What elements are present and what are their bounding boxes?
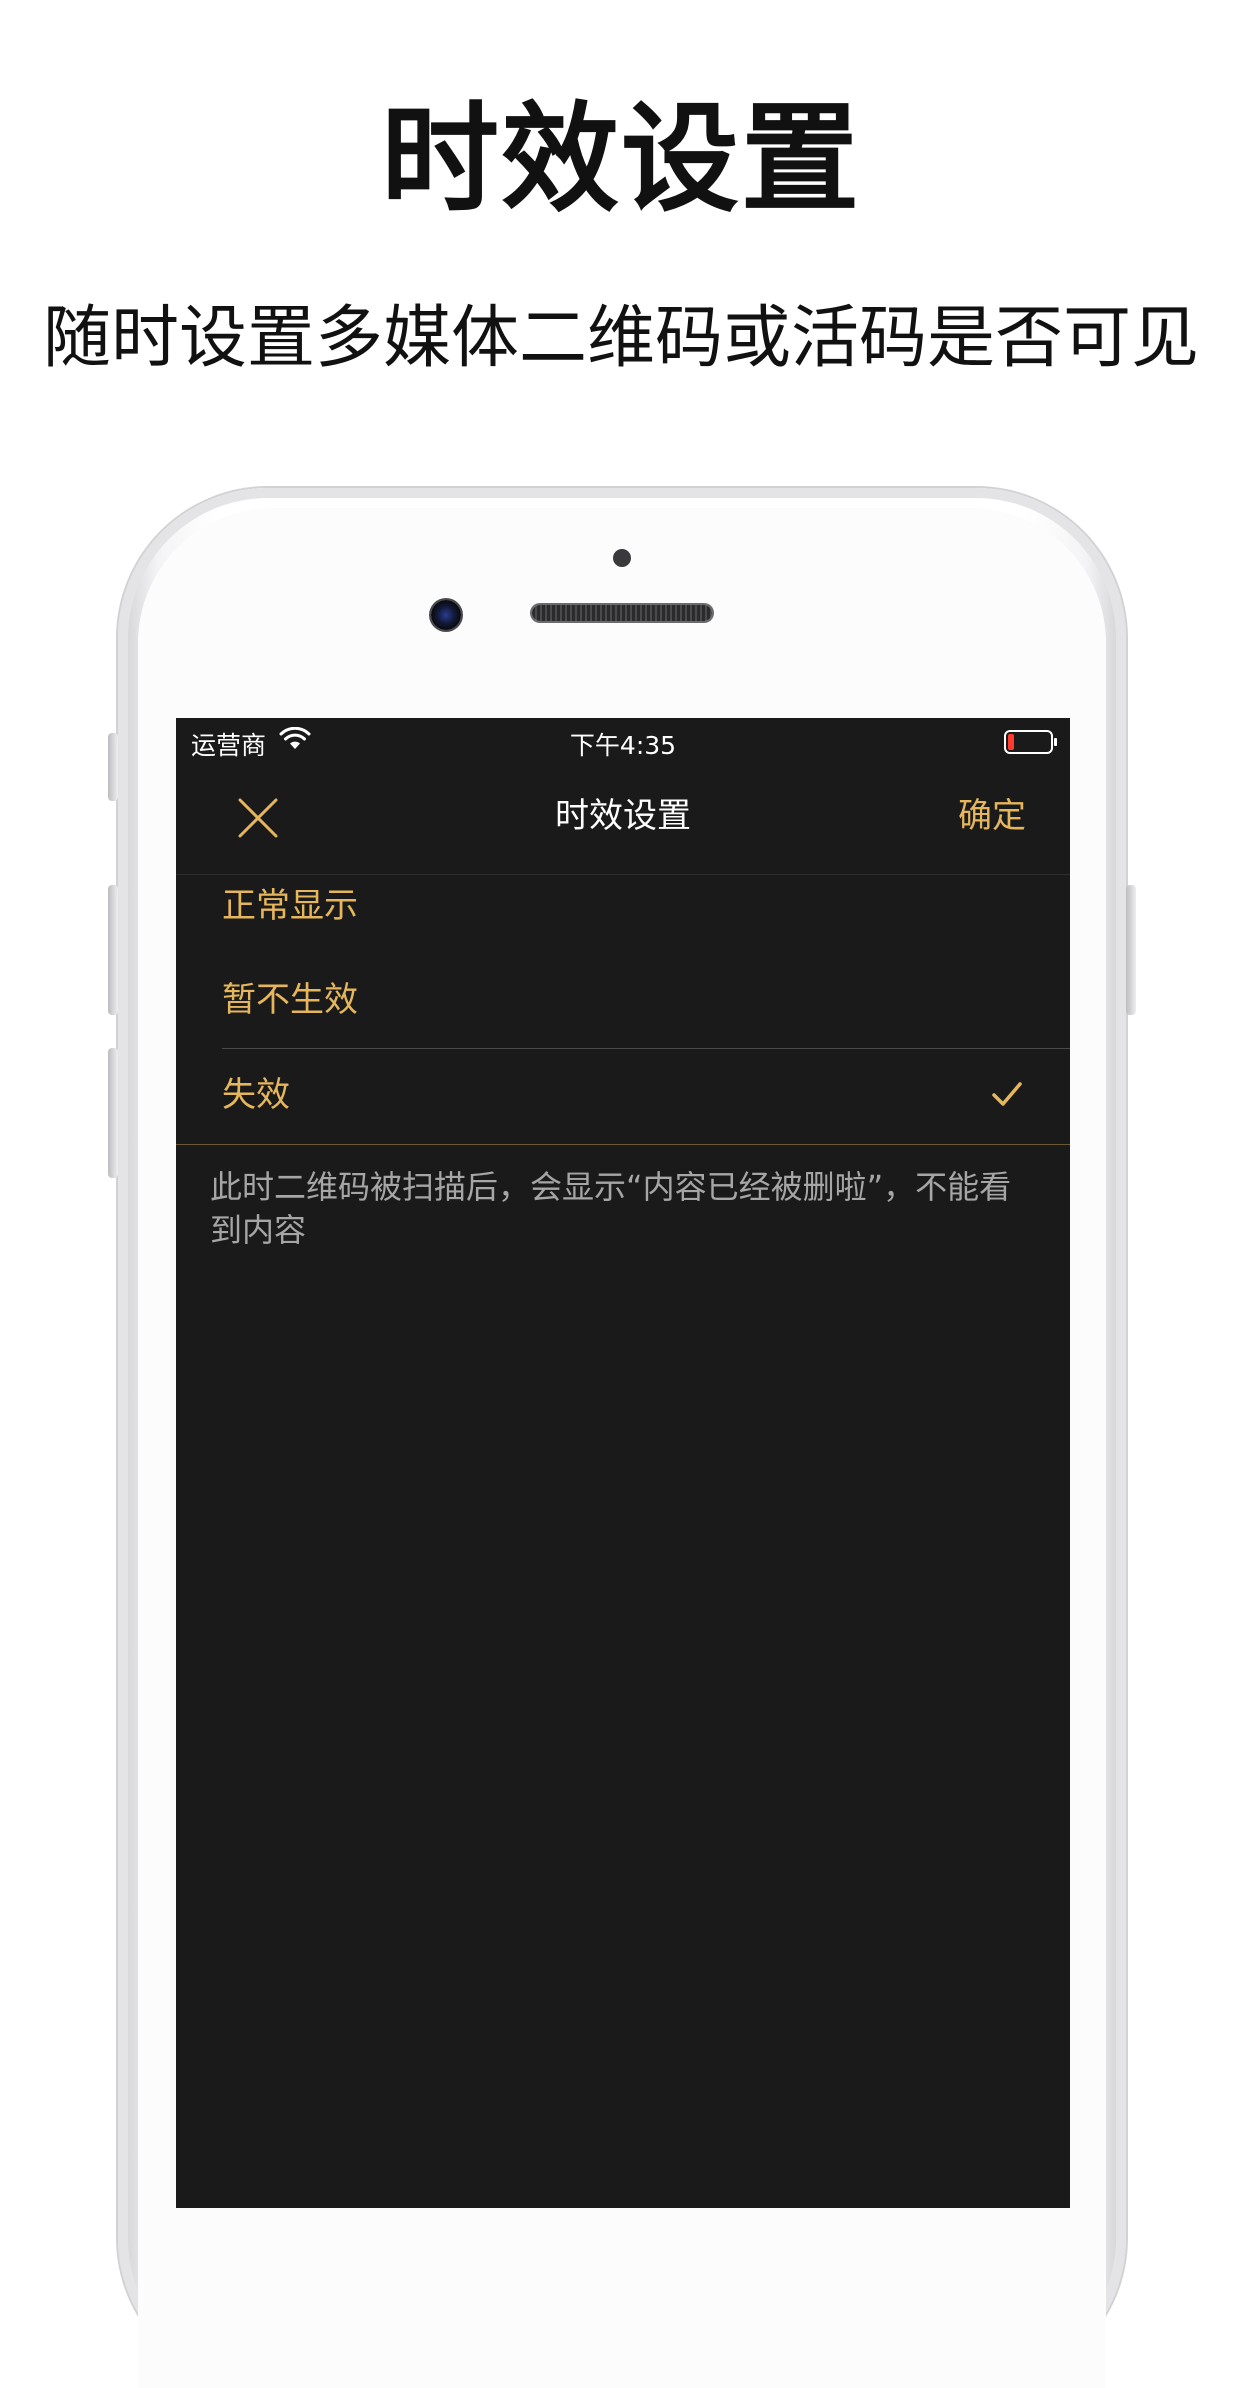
app-screen: 运营商 下午4:35 时效设置 确定 正常显示 暂不生效 失效 此时二维码被扫描…	[176, 718, 1070, 2208]
option-not-yet-effective[interactable]: 暂不生效	[176, 954, 1070, 1048]
option-normal-display[interactable]: 正常显示	[176, 860, 1070, 954]
option-label: 暂不生效	[222, 980, 358, 1020]
status-bar: 运营商 下午4:35	[176, 718, 1070, 764]
status-time: 下午4:35	[569, 731, 677, 760]
checkmark-icon	[992, 1082, 1022, 1106]
option-label: 正常显示	[222, 886, 358, 926]
option-expired[interactable]: 失效	[176, 1049, 1070, 1143]
earpiece-speaker	[532, 605, 712, 621]
battery-icon	[1004, 730, 1057, 754]
mute-switch	[108, 733, 118, 801]
promo-subtitle: 随时设置多媒体二维码或活码是否可见	[42, 299, 1199, 378]
volume-up-button	[108, 885, 118, 1015]
option-label: 失效	[222, 1075, 290, 1115]
power-button	[1126, 885, 1136, 1015]
navigation-bar: 时效设置 确定	[176, 764, 1070, 875]
option-description: 此时二维码被扫描后，会显示“内容已经被删啦”，不能看到内容	[210, 1168, 1012, 1249]
confirm-button[interactable]: 确定	[958, 796, 1026, 837]
promo-title: 时效设置	[380, 90, 861, 228]
volume-down-button	[108, 1048, 118, 1178]
page-title: 时效设置	[555, 796, 691, 836]
front-camera	[431, 600, 461, 630]
proximity-sensor	[613, 549, 631, 567]
section-divider	[176, 1144, 1070, 1145]
